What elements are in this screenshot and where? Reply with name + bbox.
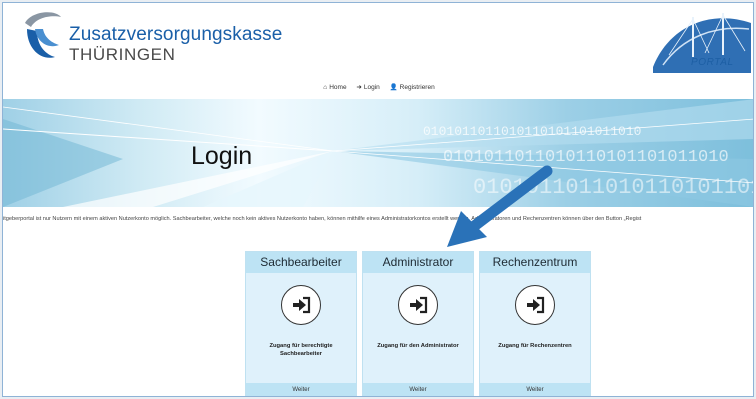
nav-home[interactable]: ⌂ Home (323, 79, 346, 97)
zvk-logo-icon (25, 12, 61, 58)
nav-register[interactable]: 👤 Registrieren (390, 79, 435, 97)
login-icon: ➜ (356, 84, 362, 91)
card-administrator[interactable]: Administrator Zugang für den Administrat… (362, 251, 474, 396)
card-weiter-button[interactable]: Weiter (246, 383, 356, 396)
card-description: Zugang für den Administrator (377, 343, 459, 349)
pointer-arrow-icon (447, 165, 553, 247)
nav-register-label: Registrieren (399, 84, 435, 91)
nav-login-label: Login (363, 84, 380, 91)
card-title: Sachbearbeiter (246, 252, 356, 273)
portal-label: PORTAL (691, 57, 734, 68)
card-rechenzentrum[interactable]: Rechenzentrum Zugang für Rechenzentren W… (479, 251, 591, 396)
page-title: Login (191, 142, 253, 170)
site-header: Zusatzversorgungskasse THÜRINGEN PORTAL (3, 3, 753, 75)
brand-region: THÜRINGEN (69, 45, 176, 64)
card-weiter-button[interactable]: Weiter (363, 383, 473, 396)
sign-in-icon[interactable] (398, 285, 438, 325)
binary-text-1: 0101011011010110101101011010 (423, 124, 641, 139)
info-text: itgeberportal ist nur Nutzern mit einem … (3, 211, 753, 227)
card-description: Zugang für Rechenzentren (498, 343, 572, 349)
home-icon: ⌂ (323, 84, 328, 91)
nav-login[interactable]: ➜ Login (356, 79, 379, 97)
brand-name: Zusatzversorgungskasse (69, 24, 283, 45)
card-title: Administrator (363, 252, 473, 273)
card-description: Zugang für berechtigte Sachbearbeiter (269, 343, 333, 357)
sign-in-icon[interactable] (281, 285, 321, 325)
top-nav: ⌂ Home ➜ Login 👤 Registrieren (3, 79, 753, 97)
card-weiter-button[interactable]: Weiter (480, 383, 590, 396)
binary-stream-graphic: 0101011011010110101101011010 01010110110… (3, 99, 753, 207)
browser-frame: Zusatzversorgungskasse THÜRINGEN PORTAL … (2, 2, 754, 397)
card-sachbearbeiter[interactable]: Sachbearbeiter Zugang für berechtigte Sa… (245, 251, 357, 396)
nav-home-label: Home (329, 84, 347, 91)
hero-banner: 0101011011010110101101011010 01010110110… (3, 99, 753, 207)
user-plus-icon: 👤 (389, 84, 398, 91)
card-title: Rechenzentrum (480, 252, 590, 273)
sign-in-icon[interactable] (515, 285, 555, 325)
